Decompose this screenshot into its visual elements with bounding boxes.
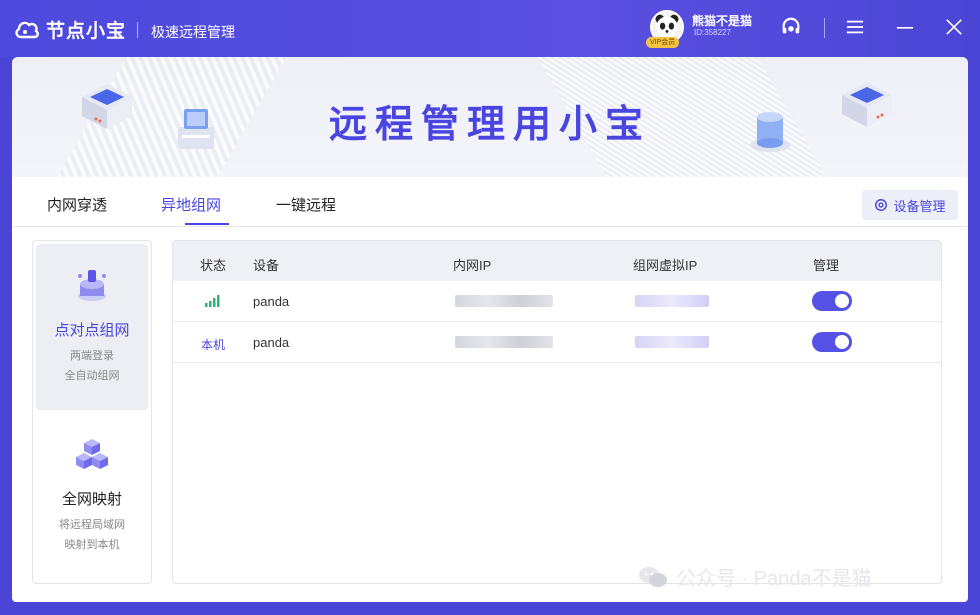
title-bar: 节点小宝 极速远程管理 VIP会员 熊猫不是猫 ID:358227 <box>0 0 980 57</box>
app-subtitle: 极速远程管理 <box>151 24 235 40</box>
cloud-logo-icon <box>15 21 39 38</box>
manage-toggle[interactable] <box>812 291 852 311</box>
main-panel: 远程管理用小宝 内网穿透 异地组网 一键远程 设备管理 点对点组网 两端登录 全… <box>12 57 968 602</box>
mode-desc-line: 全自动组网 <box>64 370 120 382</box>
watermark-text: 公众号 · Panda不是猫 <box>676 568 872 590</box>
headset-icon <box>782 17 800 34</box>
manage-toggle[interactable] <box>812 332 852 352</box>
wechat-icon <box>639 566 667 587</box>
watermark: 公众号 · Panda不是猫 <box>638 562 872 591</box>
header-lan-ip: 内网IP <box>453 258 492 273</box>
mode-p2p-networking[interactable]: 点对点组网 两端登录 全自动组网 <box>36 244 148 410</box>
tab-bar: 内网穿透 异地组网 一键远程 <box>12 177 968 227</box>
header-virtual-ip: 组网虚拟IP <box>633 258 698 273</box>
mode-title: 全网映射 <box>61 491 122 508</box>
header-manage: 管理 <box>813 258 840 273</box>
vip-badge: VIP会员 <box>646 37 680 48</box>
close-button[interactable] <box>941 14 967 40</box>
user-id: ID:358227 <box>694 28 731 37</box>
table-row[interactable]: panda <box>173 281 941 322</box>
redacted-virtual-ip <box>635 336 709 348</box>
header-status: 状态 <box>200 258 227 273</box>
close-icon <box>946 19 962 35</box>
device-name: panda <box>253 335 290 350</box>
redacted-virtual-ip <box>635 295 709 307</box>
menu-button[interactable] <box>842 14 868 40</box>
minimize-button[interactable] <box>892 14 918 40</box>
menu-icon <box>846 20 864 34</box>
device-management-button[interactable]: 设备管理 <box>862 190 958 220</box>
gear-icon <box>875 199 888 211</box>
active-tab-indicator <box>185 223 229 225</box>
app-logo: 节点小宝 <box>14 16 126 43</box>
titlebar-divider <box>824 18 825 38</box>
mode-desc-line: 映射到本机 <box>64 539 120 551</box>
tab-remote-networking[interactable]: 异地组网 <box>161 194 221 215</box>
p2p-network-icon <box>78 270 106 301</box>
banner: 远程管理用小宝 <box>12 57 968 177</box>
table-row[interactable]: 本机 panda <box>173 322 941 363</box>
device-name: panda <box>253 294 290 309</box>
redacted-lan-ip <box>455 336 553 348</box>
brand-name: 节点小宝 <box>46 21 127 42</box>
mode-desc-line: 两端登录 <box>70 350 114 362</box>
mode-full-network-mapping[interactable]: 全网映射 将远程局域网 映射到本机 <box>36 413 148 579</box>
mode-title: 点对点组网 <box>54 322 130 339</box>
mode-description: 将远程局域网 映射到本机 <box>36 515 148 555</box>
mode-list: 点对点组网 两端登录 全自动组网 全网映射 将远程局域网 映射到本机 <box>32 240 152 584</box>
redacted-lan-ip <box>455 295 553 307</box>
banner-title: 远程管理用小宝 <box>328 102 651 146</box>
tab-one-click-remote[interactable]: 一键远程 <box>276 194 336 215</box>
tab-intranet-penetration[interactable]: 内网穿透 <box>47 194 107 215</box>
title-divider <box>137 22 138 38</box>
signal-icon <box>205 295 220 307</box>
username[interactable]: 熊猫不是猫 <box>692 12 752 29</box>
header-device: 设备 <box>253 258 280 273</box>
minimize-icon <box>896 27 914 29</box>
status-local-badge: 本机 <box>201 338 226 352</box>
device-management-label: 设备管理 <box>893 198 946 214</box>
table-header: 状态 设备 内网IP 组网虚拟IP 管理 <box>173 241 941 281</box>
device-table: 状态 设备 内网IP 组网虚拟IP 管理 panda 本机 panda <box>172 240 942 584</box>
mode-description: 两端登录 全自动组网 <box>36 346 148 386</box>
mode-desc-line: 将远程局域网 <box>59 519 125 531</box>
service-button[interactable] <box>778 14 804 40</box>
network-mapping-icon <box>76 439 108 469</box>
